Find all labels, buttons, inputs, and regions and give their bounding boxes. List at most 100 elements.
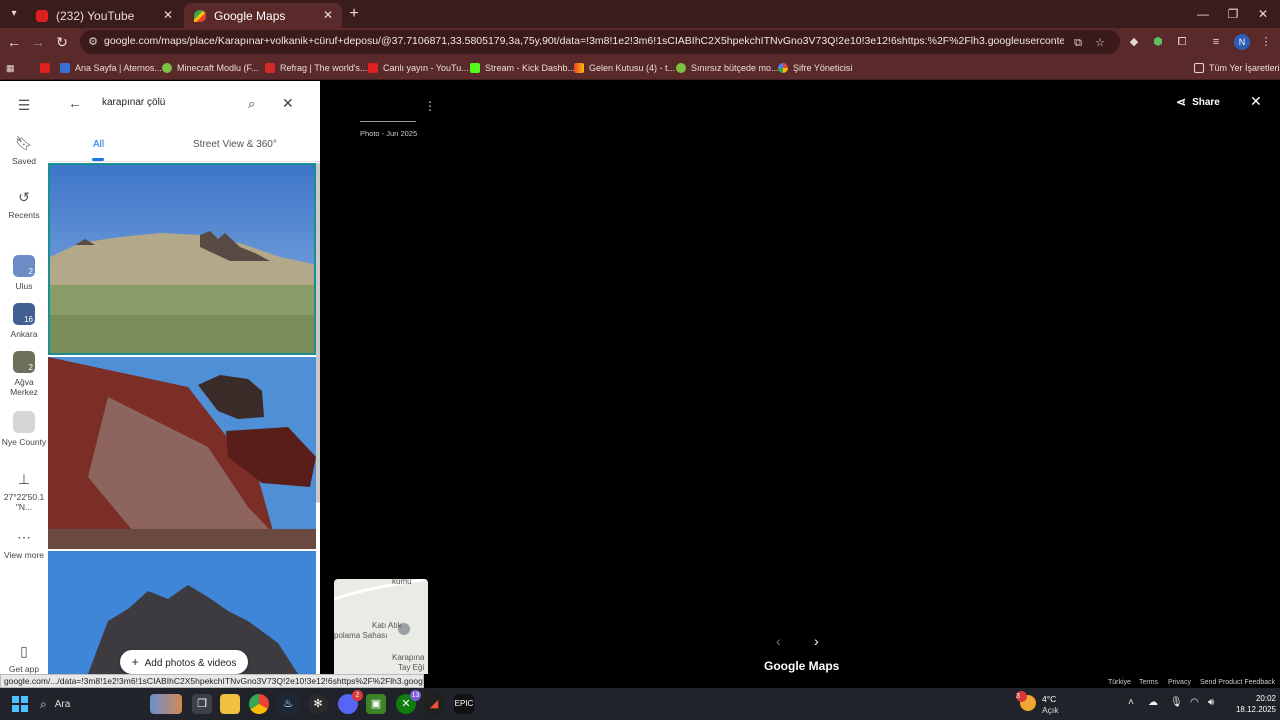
bookmark-password-manager[interactable]: Şifre Yöneticisi — [778, 60, 852, 76]
footer-feedback[interactable]: Send Product Feedback — [1200, 679, 1275, 686]
bookmark-star-icon[interactable]: ☆ — [1092, 35, 1108, 51]
browser-toolbar: ← → ↻ ⚙ google.com/maps/place/Karapınar+… — [0, 28, 1280, 56]
bookmark-minecraft[interactable]: Minecraft Modlu (F... — [162, 60, 259, 76]
all-bookmarks[interactable]: Tüm Yer İşaretleri — [1194, 60, 1280, 76]
minecraft-icon[interactable]: ▣ — [366, 694, 386, 714]
search-input[interactable]: karapınar çölü — [102, 97, 165, 108]
recent-item-nye[interactable]: Nye County — [0, 411, 48, 447]
bookmark-unlimited[interactable]: Sınırsız bütçede mo... — [676, 60, 779, 76]
recent-label: Ankara — [10, 329, 38, 339]
new-tab-button[interactable]: + — [344, 4, 364, 24]
epic-games-icon[interactable]: EPIC — [454, 694, 474, 714]
search-icon[interactable]: ⌕ — [248, 96, 255, 112]
windows-start-icon[interactable] — [12, 696, 28, 712]
previous-photo-icon[interactable]: ‹ — [776, 633, 781, 649]
more-options-icon[interactable]: ⋮ — [424, 99, 436, 113]
tab-title: Google Maps — [214, 8, 286, 23]
recent-item-agva[interactable]: 2 Ağva Merkez — [0, 351, 48, 397]
tab-street-view[interactable]: Street View & 360° — [193, 139, 277, 150]
saved-button[interactable]: 🔖︎ Saved — [0, 135, 48, 166]
close-tab-icon[interactable]: ✕ — [320, 7, 336, 23]
extensions-puzzle-icon[interactable]: ⧠ — [1174, 34, 1190, 50]
bookmark-youtube-live[interactable]: Canlı yayın - YouTu... — [368, 60, 469, 76]
count-badge: 2 — [28, 267, 33, 276]
get-app-button[interactable]: ▯ Get app — [0, 643, 48, 674]
restore-button[interactable]: ❐ — [1218, 4, 1248, 24]
recent-item-coords[interactable]: ⊥ 27°22'50.1 "N... — [0, 471, 48, 512]
recents-button[interactable]: ↺ Recents — [0, 189, 48, 220]
view-more-button[interactable]: ⋯ View more — [0, 529, 48, 560]
bookmark-label: Minecraft Modlu (F... — [177, 63, 259, 73]
steam-icon[interactable]: ♨ — [278, 694, 298, 714]
recent-item-ankara[interactable]: 16 Ankara — [0, 303, 48, 339]
apps-grid-icon[interactable]: ▦ — [6, 60, 15, 76]
forward-button[interactable]: → — [28, 32, 48, 52]
footer-country[interactable]: Türkiye — [1108, 679, 1131, 686]
mini-map[interactable]: kumu Katı Atık polama Sahası Karapına Ta… — [334, 579, 428, 674]
photo-thumbnail[interactable] — [48, 163, 316, 355]
photo-thumbnail[interactable] — [48, 357, 316, 549]
wifi-icon[interactable]: ◠ — [1190, 697, 1199, 708]
discord-icon[interactable]: 2 — [338, 690, 363, 714]
menu-button[interactable]: ☰ — [0, 97, 48, 118]
xbox-icon[interactable]: ✕ 13 — [396, 690, 421, 714]
footer-privacy[interactable]: Privacy — [1168, 679, 1191, 686]
bookmark-label: Gelen Kutusu (4) - t... — [589, 63, 676, 73]
search-highlight-icon[interactable] — [150, 694, 182, 714]
bookmark-label: Stream - Kick Dashb... — [485, 63, 576, 73]
bookmark-refrag[interactable]: Refrag | The world's... — [265, 60, 367, 76]
phone-icon: ▯ — [20, 643, 28, 659]
back-arrow-icon[interactable]: ← — [68, 95, 82, 111]
back-button[interactable]: ← — [4, 32, 24, 52]
address-bar[interactable]: ⚙ google.com/maps/place/Karapınar+volkan… — [80, 30, 1120, 54]
task-view-icon[interactable]: ❐ — [192, 694, 212, 714]
recent-item-ulus[interactable]: 2 Ulus — [0, 255, 48, 291]
tray-overflow-icon[interactable]: ˄ — [1128, 697, 1134, 708]
site-info-icon[interactable]: ⚙ — [86, 35, 100, 49]
count-badge: 16 — [24, 315, 33, 324]
close-window-button[interactable]: ✕ — [1248, 4, 1278, 24]
share-button[interactable]: ⋖ Share — [1176, 95, 1220, 109]
tab-youtube[interactable]: (232) YouTube ✕ — [26, 3, 182, 28]
recent-label: 27°22'50.1 "N... — [3, 492, 45, 512]
clear-icon[interactable]: ✕ — [282, 95, 294, 112]
maps-left-rail: ☰ 🔖︎ Saved ↺ Recents 2 Ulus 16 Ankara 2 Ağva … — [0, 81, 48, 674]
extension-shield-icon[interactable]: ⬢ — [1150, 34, 1166, 50]
bookmark-aternos[interactable]: Ana Sayfa | Aternos... — [60, 60, 162, 76]
app-icon[interactable]: ◢ — [424, 694, 444, 714]
divider — [48, 161, 320, 162]
reload-button[interactable]: ↻ — [52, 32, 72, 52]
recent-label: Nye County — [1, 437, 47, 447]
tab-google-maps[interactable]: Google Maps ✕ — [184, 3, 342, 28]
tab-search-chevron-icon[interactable]: ▾ — [4, 4, 24, 24]
system-clock[interactable]: 20:02 18.12.2025 — [1226, 693, 1276, 715]
url-text[interactable]: google.com/maps/place/Karapınar+volkanik… — [104, 35, 1064, 47]
minimize-button[interactable]: — — [1188, 4, 1218, 24]
install-app-icon[interactable]: ⧉ — [1070, 35, 1086, 51]
file-explorer-icon[interactable] — [220, 694, 240, 714]
extension-diamond-icon[interactable]: ◆ — [1126, 34, 1142, 50]
bookmarks-bar: ▦ Ana Sayfa | Aternos... Minecraft Modlu… — [0, 56, 1280, 80]
weather-widget[interactable]: 3 4°C Açık — [1016, 691, 1080, 716]
browser-menu-icon[interactable]: ⋮ — [1258, 34, 1274, 50]
next-photo-icon[interactable]: › — [814, 633, 819, 649]
volume-icon[interactable]: 🔊︎ — [1208, 697, 1214, 708]
chrome-icon[interactable] — [249, 694, 269, 714]
search-box[interactable]: ← karapınar çölü ⌕ ✕ — [58, 91, 308, 119]
tab-all[interactable]: All — [93, 139, 104, 150]
bookmark-kick[interactable]: Stream - Kick Dashb... — [470, 60, 575, 76]
add-photos-button[interactable]: + Add photos & videos — [120, 650, 248, 674]
profile-avatar[interactable]: N — [1234, 34, 1250, 50]
footer-terms[interactable]: Terms — [1139, 679, 1158, 686]
bookmark-gmail[interactable]: Gelen Kutusu (4) - t... — [574, 60, 675, 76]
tab-strip: ▾ (232) YouTube ✕ Google Maps ✕ + — ❐ ✕ — [0, 0, 1280, 28]
close-viewer-icon[interactable]: ✕ — [1250, 93, 1262, 110]
onedrive-icon[interactable]: ☁ — [1148, 697, 1158, 708]
media-control-icon[interactable]: ≡ — [1208, 34, 1224, 50]
close-tab-icon[interactable]: ✕ — [160, 7, 176, 23]
bookmark-youtube-icon[interactable] — [40, 60, 55, 76]
openai-icon[interactable]: ✻ — [308, 694, 328, 714]
place-thumbnail: 16 — [13, 303, 35, 325]
photo-viewer[interactable]: Photo - Jun 2025 ⋮ ⋖ Share ✕ kumu Katı At… — [320, 81, 1280, 686]
microphone-icon[interactable]: 🎙︎ — [1170, 697, 1183, 708]
